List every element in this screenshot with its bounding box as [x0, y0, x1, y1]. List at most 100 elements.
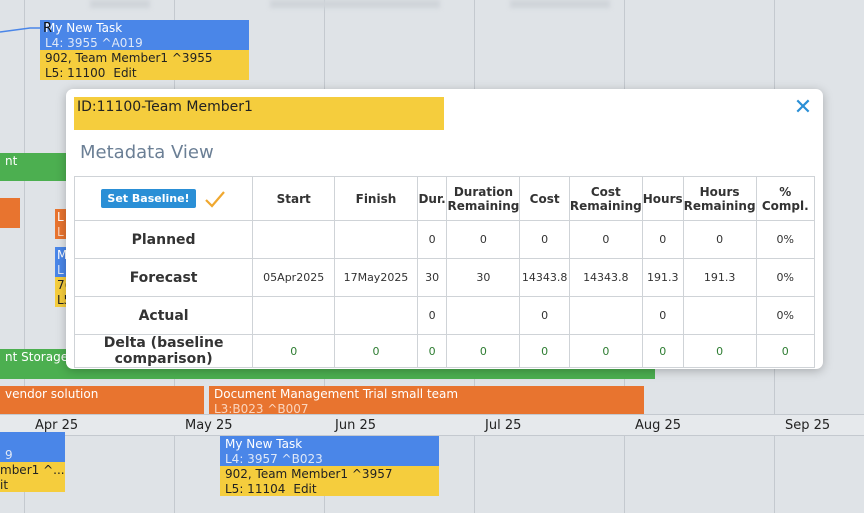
table-cell: 0 [641, 220, 684, 259]
bar-label: mber1 ^... [0, 463, 65, 477]
column-header: Cost [519, 176, 570, 221]
table-cell: 0% [755, 296, 816, 335]
row-label: Actual [73, 296, 254, 335]
table-cell: 0 [682, 220, 757, 259]
table-cell [446, 296, 521, 335]
table-cell: 0 [755, 334, 816, 368]
table-cell [334, 220, 418, 259]
table-cell [252, 296, 336, 335]
table-cell: 0% [755, 220, 816, 259]
bar-label: nt [5, 154, 18, 168]
table-cell: 0 [641, 296, 684, 335]
timeline-axis [0, 414, 864, 436]
table-row-delta: Delta (baseline comparison) 0 0 0 0 0 0 … [73, 334, 816, 368]
metadata-table: Set Baseline! Start Finish Dur. Duration… [73, 176, 816, 368]
orange-bar[interactable] [0, 198, 20, 228]
task-assignee: 902, Team Member1 ^3957 [225, 467, 393, 481]
table-cell: 0 [641, 334, 684, 368]
modal-title: ID:11100-Team Member1 [74, 97, 444, 130]
bar-label: L [57, 263, 64, 277]
orange-bar-vendor[interactable]: vendor solution [0, 386, 204, 416]
table-cell: 05Apr2025 [252, 258, 336, 297]
table-cell: 0 [519, 220, 570, 259]
blue-bar[interactable]: 9 [0, 432, 65, 462]
table-cell: 0 [519, 334, 570, 368]
table-cell: 14343.8 [568, 258, 643, 297]
table-cell: 0 [416, 296, 448, 335]
task-title: My New Task [225, 437, 303, 451]
axis-label: Jun 25 [335, 418, 376, 433]
row-label: Planned [73, 220, 254, 259]
green-bar[interactable]: nt [0, 153, 70, 181]
column-header: Hours Remaining [682, 176, 757, 221]
baseline-cell: Set Baseline! [73, 176, 254, 221]
task-l5: L5: 11100 [45, 66, 106, 80]
set-baseline-button[interactable]: Set Baseline! [101, 189, 196, 208]
bar-label: M [57, 248, 67, 262]
table-row: Planned 0 0 0 0 0 0 0% [73, 220, 816, 259]
task-subtitle: L4: 3955 ^A019 [45, 36, 143, 50]
column-header: Finish [334, 176, 418, 221]
table-cell: 30 [416, 258, 448, 297]
table-header-row: Set Baseline! Start Finish Dur. Duration… [73, 176, 816, 221]
table-cell: 0 [519, 296, 570, 335]
table-cell [334, 296, 418, 335]
task-subtitle: L4: 3957 ^B023 [225, 452, 323, 466]
table-cell [252, 220, 336, 259]
bar-label: it [0, 478, 9, 492]
axis-label: Aug 25 [635, 418, 682, 433]
column-header: Hours [641, 176, 684, 221]
task-l5: L5: 11104 [225, 482, 286, 496]
edit-link[interactable]: Edit [113, 66, 136, 80]
table-row: Actual 0 0 0 0% [73, 296, 816, 335]
table-cell: 0 [568, 220, 643, 259]
axis-label: Apr 25 [35, 418, 79, 433]
axis-label: Jul 25 [485, 418, 522, 433]
bar-label: L [57, 210, 64, 224]
table-cell: 30 [446, 258, 521, 297]
task-bar-title[interactable]: My New Task L4: 3957 ^B023 [220, 436, 439, 466]
blurred-bar [90, 0, 150, 8]
edit-link[interactable]: Edit [293, 482, 316, 496]
table-row: Forecast 05Apr2025 17May2025 30 30 14343… [73, 258, 816, 297]
bar-label: Document Management Trial small team [214, 387, 459, 401]
section-title: Metadata View [80, 142, 214, 163]
blurred-bar [510, 0, 610, 8]
table-cell [682, 296, 757, 335]
cursor-text: R [43, 21, 53, 36]
table-cell: 0 [446, 334, 521, 368]
yellow-bar[interactable]: mber1 ^... it [0, 462, 65, 492]
row-label: Forecast [73, 258, 254, 297]
checkmark-icon [204, 190, 225, 208]
table-cell: 14343.8 [519, 258, 570, 297]
column-header: Cost Remaining [568, 176, 643, 221]
metadata-modal: ID:11100-Team Member1 ✕ Metadata View Se… [66, 89, 823, 369]
task-assignment-bar[interactable]: 902, Team Member1 ^3957 L5: 11104 Edit [220, 466, 439, 496]
column-header: Duration Remaining [446, 176, 521, 221]
table-cell: 0 [446, 220, 521, 259]
blurred-bar [270, 0, 440, 8]
table-cell: 17May2025 [334, 258, 418, 297]
table-cell: 0% [755, 258, 816, 297]
table-cell: 0 [416, 220, 448, 259]
task-title: My New Task [45, 21, 123, 35]
table-cell: 0 [334, 334, 418, 368]
bar-label: vendor solution [5, 387, 99, 401]
bar-label: L [57, 225, 64, 239]
bar-label: nt Storage [5, 350, 69, 364]
table-cell: 0 [682, 334, 757, 368]
table-cell: 191.3 [641, 258, 684, 297]
axis-label: May 25 [185, 418, 233, 433]
bar-label: 9 [5, 448, 13, 462]
column-header: Dur. [416, 176, 448, 221]
axis-label: Sep 25 [785, 418, 831, 433]
bar-label: L5 [57, 293, 67, 307]
orange-bar-docmgmt[interactable]: Document Management Trial small team L3:… [209, 386, 644, 416]
close-icon[interactable]: ✕ [793, 97, 813, 119]
table-cell: 0 [568, 334, 643, 368]
task-bar-title[interactable]: My New Task L4: 3955 ^A019 [40, 20, 249, 50]
column-header: Start [252, 176, 336, 221]
task-assignment-bar[interactable]: 902, Team Member1 ^3955 L5: 11100 Edit [40, 50, 249, 80]
table-cell: 0 [252, 334, 336, 368]
table-cell [568, 296, 643, 335]
